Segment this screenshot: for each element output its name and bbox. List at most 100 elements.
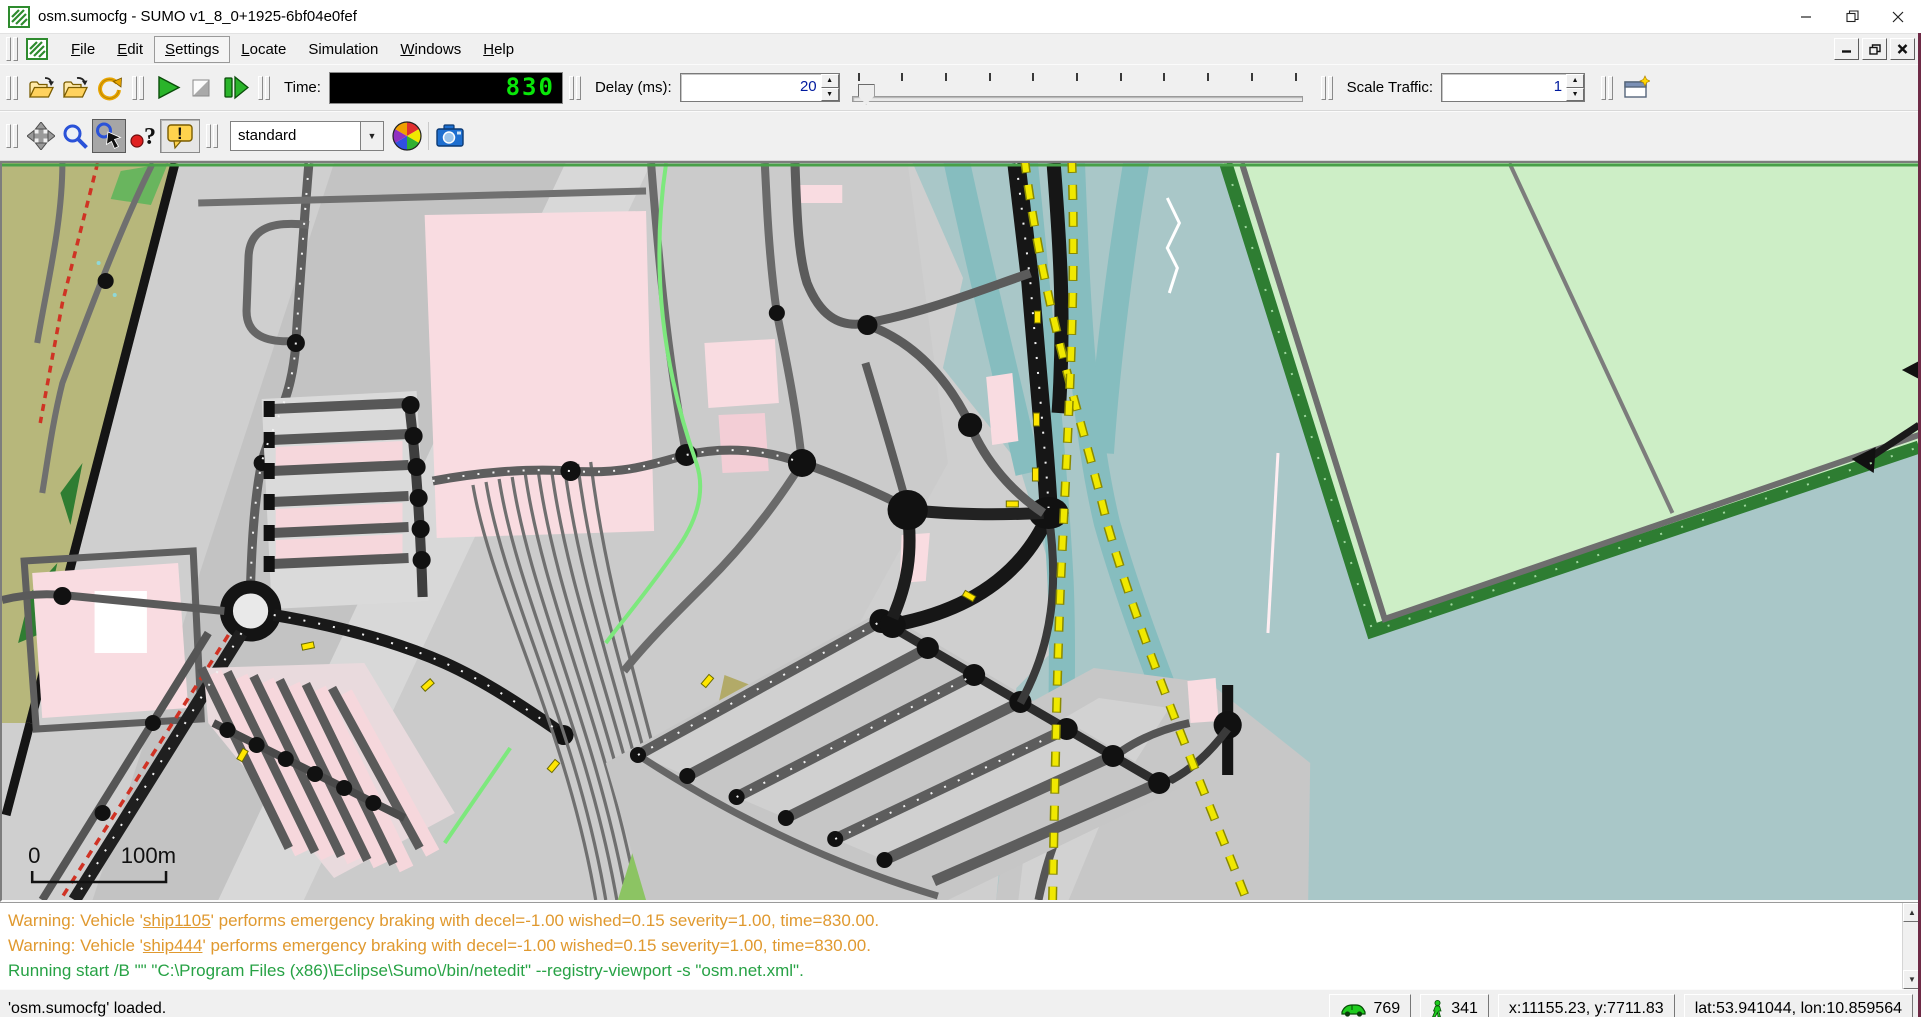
- delay-spinbox: 20 ▲ ▼: [680, 73, 840, 102]
- menu-locate[interactable]: Locate: [230, 36, 297, 63]
- menubar-grip[interactable]: [6, 37, 18, 61]
- dropdown-arrow-icon[interactable]: ▼: [360, 122, 383, 150]
- open-network-button[interactable]: [58, 71, 92, 105]
- minimize-button[interactable]: [1783, 0, 1829, 33]
- message-log: Warning: Vehicle 'ship1105' performs eme…: [0, 902, 1921, 989]
- slider-ticks: [858, 73, 1297, 81]
- menu-simulation[interactable]: Simulation: [297, 36, 389, 63]
- toolbar-grip[interactable]: [1601, 76, 1613, 100]
- time-display: 830: [329, 72, 563, 104]
- menu-bar: File Edit Settings Locate Simulation Win…: [0, 33, 1921, 64]
- vehicle-link[interactable]: ship1105: [143, 911, 211, 930]
- delay-slider[interactable]: [850, 70, 1305, 106]
- person-count-button[interactable]: 341: [1420, 994, 1489, 1017]
- menu-edit[interactable]: Edit: [106, 36, 154, 63]
- mdi-restore-button[interactable]: [1862, 38, 1887, 60]
- magnifier-cursor-icon: [95, 122, 123, 150]
- window-controls: [1783, 0, 1921, 33]
- toolbar-grip[interactable]: [569, 76, 581, 100]
- status-bar: 'osm.sumocfg' loaded. 769 341 x:11155.23…: [0, 989, 1921, 1017]
- cursor-position-geo: lat:53.941044, lon:10.859564: [1684, 994, 1913, 1017]
- vehicle-link[interactable]: ship444: [143, 936, 203, 955]
- open-config-button[interactable]: [24, 71, 58, 105]
- stop-icon: [188, 75, 214, 101]
- delay-input[interactable]: 20: [681, 74, 821, 101]
- toolbar-grip[interactable]: [1321, 76, 1333, 100]
- help-button[interactable]: ?: [126, 119, 160, 153]
- scale-end-label: 100m: [121, 843, 176, 868]
- screenshot-button[interactable]: [433, 119, 467, 153]
- scale-traffic-spinbox: 1 ▲ ▼: [1441, 73, 1585, 102]
- sumo-logo-icon: [8, 6, 30, 28]
- camera-icon: [436, 123, 464, 149]
- move-arrows-icon: [27, 122, 55, 150]
- color-scheme-dropdown[interactable]: standard ▼: [230, 121, 384, 151]
- warning-bubble-icon: !: [166, 122, 194, 150]
- window-title: osm.sumocfg - SUMO v1_8_0+1925-6bf04e0fe…: [38, 8, 357, 25]
- scale-start-label: 0: [28, 843, 40, 868]
- step-button[interactable]: [218, 71, 252, 105]
- new-view-button[interactable]: [1619, 71, 1653, 105]
- person-count: 341: [1451, 1000, 1478, 1017]
- step-icon: [221, 74, 249, 101]
- simulation-toolbar: Time: 830 Delay (ms): 20 ▲ ▼ Scale Traff…: [0, 64, 1921, 111]
- mdi-window-controls: [1834, 38, 1915, 60]
- scale-traffic-input[interactable]: 1: [1442, 74, 1566, 101]
- play-icon: [153, 74, 181, 101]
- scale-down-button[interactable]: ▼: [1566, 88, 1584, 102]
- minimize-icon: [1800, 11, 1812, 23]
- cursor-position-xy: x:11155.23, y:7711.83: [1498, 994, 1675, 1017]
- toolbar-grip[interactable]: [132, 76, 144, 100]
- edit-coloring-button[interactable]: [390, 119, 424, 153]
- mdi-close-button[interactable]: [1890, 38, 1915, 60]
- delay-up-button[interactable]: ▲: [821, 74, 839, 88]
- toolbar-grip[interactable]: [6, 76, 18, 100]
- magnifier-icon: [62, 123, 89, 150]
- map-canvas[interactable]: 0 100m: [2, 163, 1919, 900]
- toolbar-grip[interactable]: [206, 124, 218, 148]
- sumo-window: osm.sumocfg - SUMO v1_8_0+1925-6bf04e0fe…: [0, 0, 1921, 1017]
- toolbar-separator: [428, 122, 429, 150]
- delay-down-button[interactable]: ▼: [821, 88, 839, 102]
- map-view: 0 100m: [0, 161, 1921, 902]
- open-folder-network-icon: [62, 75, 89, 101]
- delay-spin-buttons: ▲ ▼: [821, 74, 839, 101]
- run-button[interactable]: [150, 71, 184, 105]
- log-line: Warning: Vehicle 'ship444' performs emer…: [8, 933, 1895, 958]
- close-button[interactable]: [1875, 0, 1921, 33]
- car-icon: [1340, 1002, 1367, 1017]
- sumo-logo-icon: [26, 38, 48, 60]
- stop-button[interactable]: [184, 71, 218, 105]
- delay-label: Delay (ms):: [595, 79, 672, 96]
- view-toolbar: ? ! standard ▼: [0, 111, 1921, 161]
- open-folder-icon: [28, 75, 55, 101]
- edit-viewport-button[interactable]: [58, 119, 92, 153]
- reload-button[interactable]: [92, 71, 126, 105]
- person-icon: [1431, 1000, 1444, 1017]
- sumo-logo-button[interactable]: [24, 37, 50, 61]
- show-warnings-button[interactable]: !: [160, 119, 200, 153]
- mdi-restore-icon: [1869, 44, 1881, 55]
- recenter-view-button[interactable]: [24, 119, 58, 153]
- roundabout: [226, 587, 274, 635]
- help-icon: ?: [129, 122, 157, 150]
- reload-icon: [96, 75, 123, 101]
- vehicle-count-button[interactable]: 769: [1329, 994, 1412, 1017]
- menu-file[interactable]: File: [60, 36, 106, 63]
- toolbar-grip[interactable]: [6, 124, 18, 148]
- scale-spin-buttons: ▲ ▼: [1566, 74, 1584, 101]
- vehicle-count: 769: [1374, 1000, 1401, 1017]
- scale-up-button[interactable]: ▲: [1566, 74, 1584, 88]
- toggle-zoom-style-button[interactable]: [92, 119, 126, 153]
- restore-button[interactable]: [1829, 0, 1875, 33]
- toolbar-grip[interactable]: [258, 76, 270, 100]
- restore-icon: [1846, 10, 1859, 23]
- mdi-minimize-button[interactable]: [1834, 38, 1859, 60]
- menu-help[interactable]: Help: [472, 36, 525, 63]
- log-line: Warning: Vehicle 'ship1105' performs eme…: [8, 908, 1895, 933]
- slider-groove[interactable]: [852, 96, 1303, 102]
- scale-traffic-label: Scale Traffic:: [1347, 79, 1433, 96]
- menu-settings[interactable]: Settings: [154, 36, 230, 63]
- mdi-close-icon: [1897, 44, 1908, 54]
- menu-windows[interactable]: Windows: [389, 36, 472, 63]
